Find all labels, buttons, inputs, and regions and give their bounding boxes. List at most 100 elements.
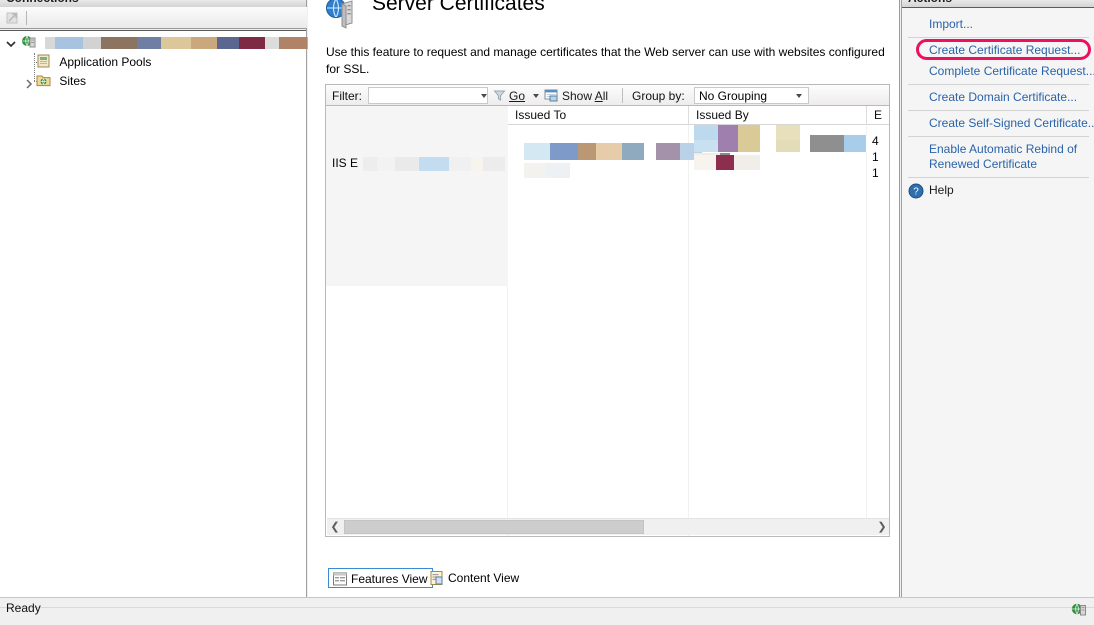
- action-label: Complete Certificate Request...: [929, 64, 1094, 78]
- redaction-block: [54, 37, 83, 49]
- tab-label: Features View: [351, 572, 428, 586]
- redaction-block: [694, 125, 718, 140]
- tab-label: Content View: [448, 571, 520, 585]
- column-gridline: [688, 125, 689, 536]
- redaction-block: [524, 143, 550, 160]
- group-by-select[interactable]: No Grouping: [694, 87, 809, 104]
- redaction-block: [718, 125, 738, 140]
- chevron-down-icon[interactable]: [796, 94, 802, 98]
- redaction-block: [596, 143, 622, 160]
- view-tab-bar: Features View Content View: [318, 568, 893, 592]
- tab-content-view[interactable]: Content View: [426, 568, 524, 588]
- action-create-domain-certificate[interactable]: Create Domain Certificate...: [902, 87, 1094, 108]
- expiration-digit: 1: [872, 166, 879, 180]
- show-all-icon: [544, 88, 559, 106]
- group-by-label: Group by:: [632, 89, 685, 103]
- redaction-block: [550, 143, 578, 160]
- tab-features-view[interactable]: Features View: [328, 568, 434, 588]
- redaction-block: [449, 157, 471, 171]
- action-label: Create Certificate Request...: [929, 43, 1081, 57]
- connect-to-server-icon[interactable]: [5, 10, 21, 26]
- sidebar-item-application-pools[interactable]: Application Pools: [0, 53, 306, 72]
- redaction-block: [238, 37, 265, 49]
- column-divider[interactable]: [866, 106, 867, 125]
- action-complete-certificate-request[interactable]: Complete Certificate Request...: [902, 61, 1094, 82]
- group-by-value: No Grouping: [699, 89, 768, 103]
- show-all-label-tail: ll: [602, 89, 609, 103]
- action-label: Create Self-Signed Certificate...: [929, 116, 1094, 130]
- redaction-block: [216, 37, 239, 49]
- certificate-name-redacted: [363, 157, 505, 172]
- table-row[interactable]: IIS E 4 1 1: [326, 125, 889, 180]
- certificate-expiration-clipped: 4 1 1: [872, 133, 879, 181]
- actions-pane: Actions Import... Create Certificate Requ…: [901, 0, 1094, 597]
- search-input[interactable]: [368, 87, 488, 104]
- sidebar-item-label: Sites: [59, 74, 87, 88]
- column-gridline: [866, 125, 867, 536]
- action-label: Create Domain Certificate...: [929, 90, 1078, 104]
- redaction-block: [278, 37, 307, 49]
- feature-pane: Server Certificates Use this feature to …: [308, 0, 900, 597]
- redaction-block: [377, 157, 395, 171]
- sites-folder-icon: [36, 72, 52, 88]
- column-header-issued-by[interactable]: Issued By: [696, 108, 749, 122]
- actions-separator: [908, 110, 1089, 111]
- action-help[interactable]: ? Help: [902, 180, 1094, 201]
- scrollbar-thumb[interactable]: [344, 520, 644, 534]
- certificate-issued-by-redacted: [694, 125, 889, 171]
- sidebar-item-sites[interactable]: Sites: [0, 72, 306, 91]
- chevron-right-icon[interactable]: ❯: [874, 520, 889, 534]
- svg-text:?: ?: [913, 187, 919, 198]
- connections-tree[interactable]: Application Pools Sites: [0, 30, 333, 597]
- redaction-block: [622, 143, 644, 160]
- redaction-block: [578, 143, 596, 160]
- redaction-block: [264, 37, 279, 49]
- filter-toolbar: Filter: Go Show All Group by: No Groupin…: [325, 84, 890, 105]
- redaction-block: [136, 37, 161, 49]
- chevron-down-icon[interactable]: [481, 94, 487, 98]
- column-divider[interactable]: [688, 106, 689, 125]
- connections-toolbar: [0, 7, 307, 29]
- action-create-self-signed-certificate[interactable]: Create Self-Signed Certificate...: [902, 113, 1094, 134]
- action-import[interactable]: Import...: [902, 14, 1094, 35]
- action-enable-automatic-rebind-of-renewed-certificate[interactable]: Enable Automatic Rebind of Renewed Certi…: [902, 139, 1094, 175]
- connections-pane-header: Connections: [0, 0, 306, 7]
- redaction-block: [82, 37, 101, 49]
- toolbar-separator: [622, 88, 623, 103]
- go-label: Go: [509, 89, 526, 103]
- redaction-block: [190, 37, 217, 49]
- redaction-block-row: [524, 163, 570, 179]
- column-header-expiration[interactable]: E: [874, 108, 882, 122]
- redaction-block: [760, 125, 776, 140]
- redaction-block: [644, 143, 656, 160]
- action-create-certificate-request[interactable]: Create Certificate Request...: [902, 40, 1094, 61]
- show-all-button[interactable]: Show All: [562, 89, 608, 103]
- horizontal-scrollbar[interactable]: ❮ ❯: [327, 518, 889, 535]
- certificates-list[interactable]: Name Issued To Issued By E IIS E 411: [325, 105, 890, 537]
- chevron-down-icon[interactable]: [533, 94, 539, 98]
- tree-children: Application Pools Sites: [0, 53, 306, 91]
- page-title: Server Certificates: [372, 0, 545, 15]
- chevron-left-icon[interactable]: ❮: [327, 520, 343, 534]
- redaction-block: [844, 135, 866, 152]
- redaction-block: [419, 157, 449, 171]
- column-header-issued-to[interactable]: Issued To: [515, 108, 566, 122]
- action-label: Enable Automatic Rebind of Renewed Certi…: [929, 142, 1078, 171]
- chevron-down-icon[interactable]: [4, 34, 18, 53]
- go-button[interactable]: Go: [509, 89, 525, 103]
- status-bar: Ready: [0, 597, 1094, 625]
- iis-manager-window: Connections: [0, 0, 1094, 625]
- redaction-block: [694, 155, 716, 170]
- redaction-block: [100, 37, 137, 49]
- actions-pane-header: Actions: [902, 0, 1094, 7]
- redaction-block: [716, 155, 734, 170]
- tree-node-server[interactable]: [0, 34, 333, 53]
- application-pools-icon: [36, 53, 52, 69]
- status-bar-divider: [0, 607, 1094, 608]
- toolbar-separator: [26, 11, 27, 25]
- redaction-block: [546, 163, 570, 178]
- action-label: Import...: [929, 17, 974, 31]
- feature-description: Use this feature to request and manage c…: [326, 45, 885, 76]
- actions-separator: [908, 136, 1089, 137]
- chevron-right-icon[interactable]: [24, 76, 34, 95]
